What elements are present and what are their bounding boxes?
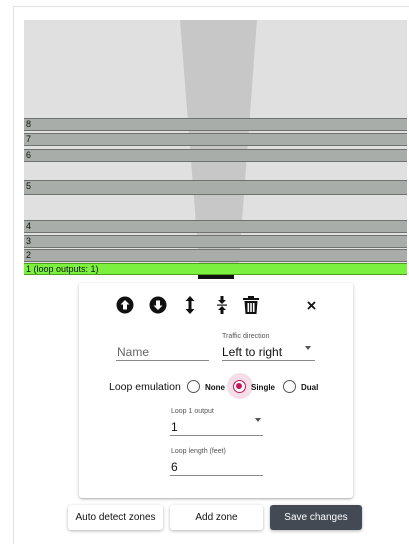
radio-dual-label: Dual — [301, 383, 319, 392]
zone-lane-6[interactable]: 6 — [24, 149, 407, 162]
radio-none-label: None — [205, 383, 225, 392]
radio-dual[interactable] — [283, 380, 296, 393]
zone-lane-2[interactable]: 2 — [24, 249, 407, 262]
zone-lane-5[interactable]: 5 — [24, 180, 407, 195]
traffic-direction-value: Left to right — [222, 345, 283, 359]
loop1-output-label: Loop 1 output — [171, 408, 214, 415]
zone-lane-label: 6 — [26, 150, 32, 160]
move-up-button[interactable] — [112, 292, 138, 318]
zone-lane-4[interactable]: 4 — [24, 220, 407, 233]
chevron-down-icon — [305, 346, 311, 350]
zone-lane-3[interactable]: 3 — [24, 235, 407, 248]
name-underline — [116, 360, 209, 361]
zone-lane-8[interactable]: 8 — [24, 118, 407, 131]
loop-length-value: 6 — [171, 460, 178, 474]
expand-vertical-icon — [185, 296, 195, 314]
close-icon — [306, 300, 316, 310]
zone-lane-label: 7 — [26, 134, 32, 144]
zone-lane-label: 5 — [26, 181, 32, 191]
traffic-direction-underline — [222, 360, 315, 361]
move-down-button[interactable] — [145, 292, 171, 318]
radio-single[interactable] — [233, 380, 246, 393]
zone-drag-handle[interactable] — [198, 275, 234, 279]
zone-lane-7[interactable]: 7 — [24, 133, 407, 146]
zone-lane-1-selected[interactable]: 1 (loop outputs: 1) — [24, 263, 407, 275]
traffic-direction-label: Traffic direction — [222, 333, 270, 340]
delete-zone-button[interactable] — [238, 292, 264, 318]
chevron-down-icon — [255, 418, 261, 422]
zone-lane-label: 4 — [26, 221, 32, 231]
zone-lane-label: 1 (loop outputs: 1) — [26, 264, 99, 274]
zone-edit-panel: Name Traffic direction Left to right Loo… — [79, 283, 353, 498]
loop-length-underline — [170, 475, 263, 476]
loop1-output-underline — [170, 435, 263, 436]
add-zone-button[interactable]: Add zone — [170, 505, 263, 530]
arrow-down-circle-icon — [149, 296, 167, 314]
loop-emulation-label: Loop emulation — [109, 381, 181, 393]
save-changes-button[interactable]: Save changes — [270, 505, 362, 530]
loop-length-label: Loop length (feet) — [171, 448, 226, 455]
zone-view[interactable]: 8 7 6 5 4 3 2 1 (loop outputs: 1) — [24, 20, 407, 275]
name-placeholder: Name — [117, 345, 150, 359]
loop1-output-value: 1 — [171, 420, 178, 434]
zone-lane-label: 8 — [26, 119, 32, 129]
zone-lane-label: 2 — [26, 250, 32, 260]
auto-detect-zones-button[interactable]: Auto detect zones — [68, 505, 163, 530]
arrow-up-circle-icon — [116, 296, 134, 314]
expand-zone-button[interactable] — [177, 292, 203, 318]
trash-icon — [243, 296, 259, 314]
zone-lane-label: 3 — [26, 236, 32, 246]
shrink-zone-button[interactable] — [209, 292, 235, 318]
compress-vertical-icon — [217, 296, 227, 314]
radio-none[interactable] — [187, 380, 200, 393]
radio-single-label: Single — [251, 383, 276, 392]
close-panel-button[interactable] — [298, 292, 324, 318]
